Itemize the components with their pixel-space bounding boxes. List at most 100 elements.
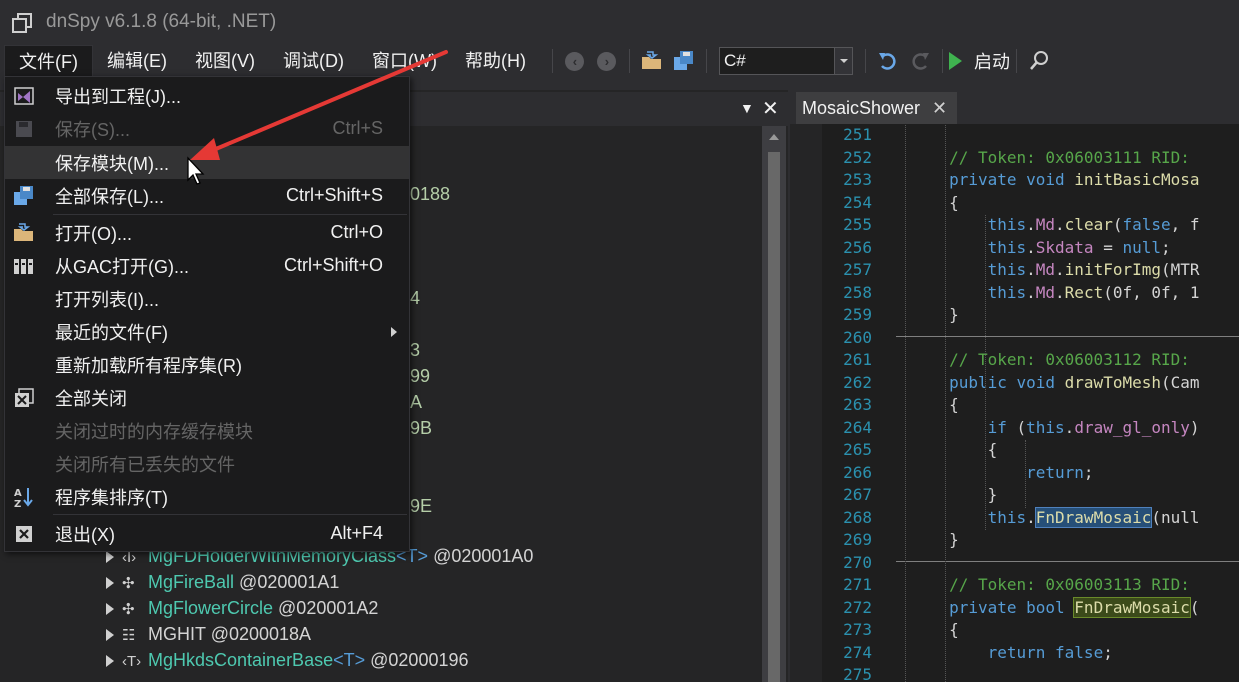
back-button[interactable]: ‹ [562,48,588,74]
code-line[interactable]: 267 } [822,485,997,507]
code-line[interactable]: 270 [822,553,872,575]
menu-debug[interactable]: 调试(D) [269,45,358,77]
menu-edit[interactable]: 编辑(E) [93,45,181,77]
start-button[interactable]: 启动 [948,48,1010,74]
code-token: . [1055,215,1065,234]
code-token: this [1026,417,1065,437]
open-folder-icon [641,51,661,69]
save-all-button[interactable] [671,48,697,74]
menu-close-all[interactable]: 全部关闭 [5,381,409,414]
close-all-icon [15,387,34,407]
expand-icon[interactable] [106,629,114,642]
code-line[interactable]: 251 [822,125,872,147]
menu-close-missing-files[interactable]: 关闭所有已丢失的文件 [5,447,409,480]
menu-close-stale-modules[interactable]: 关闭过时的内存缓存模块 [5,414,409,447]
open-button[interactable] [639,48,665,74]
redo-icon [912,53,929,70]
menu-save[interactable]: 保存(S)... Ctrl+S [5,112,409,145]
menu-file[interactable]: 文件(F) [4,45,93,77]
indent-guide [905,125,906,682]
code-line[interactable]: 269 } [822,530,959,552]
expand-icon[interactable] [106,655,114,668]
line-number: 269 [843,530,872,549]
line-number: 252 [843,147,872,167]
code-line[interactable]: 264 if (this.draw_gl_only) [822,417,1199,440]
menu-recent-files[interactable]: 最近的文件(F) [5,315,409,348]
expand-icon[interactable] [106,577,114,590]
code-line[interactable]: 263 { [822,395,959,417]
code-line[interactable]: 261 // Token: 0x06003112 RID: [822,350,1190,372]
menu-help[interactable]: 帮助(H) [451,45,540,77]
menu-view[interactable]: 视图(V) [181,45,269,77]
code-line[interactable]: 258 this.Md.Rect(0f, 0f, 1 [822,282,1199,305]
tree-row[interactable]: ✣ MgFireBall @020001A1 [106,572,339,598]
code-token: // Token: 0x06003111 RID: [872,147,1190,167]
code-token: return [872,642,1056,662]
expand-icon[interactable] [106,551,114,564]
menu-separator [53,214,407,215]
code-line[interactable]: 259 } [822,305,959,327]
type-token: @020001A2 [278,598,379,618]
window-icon[interactable] [12,13,32,33]
class-icon: ✣ [122,601,135,618]
expand-icon[interactable] [106,603,114,616]
code-line[interactable]: 257 this.Md.initForImg(MTR [822,260,1199,282]
code-line[interactable]: 274 return false; [822,643,1113,665]
code-line[interactable]: 266 return; [822,463,1093,485]
undo-button[interactable] [875,48,901,74]
menu-reload-assemblies[interactable]: 重新加载所有程序集(R) [5,348,409,381]
line-number: 259 [843,305,872,324]
tree-row[interactable]: ‹T› MgHkdsContainerBase<T> @02000196 [106,650,469,676]
play-icon [948,52,962,70]
menu-sort-assemblies[interactable]: AZ 程序集排序(T) [5,480,409,513]
close-tab-icon[interactable]: ✕ [932,98,947,119]
dropdown-pin-icon[interactable]: ▼ [740,100,754,116]
close-icon[interactable]: ✕ [762,96,779,121]
code-line[interactable]: 265 { [822,440,997,462]
chevron-down-icon[interactable] [833,48,852,74]
code-token: null [1122,237,1161,257]
code-line[interactable]: 254 { [822,193,959,215]
line-number: 254 [843,192,872,212]
code-line[interactable]: 255 this.Md.clear(false, f [822,215,1199,237]
menu-open-list[interactable]: 打开列表(I)... [5,282,409,315]
redo-button[interactable] [907,48,933,74]
menu-window[interactable]: 窗口(W) [358,45,451,77]
tab-label: MosaicShower [802,97,921,118]
code-line[interactable]: 252 // Token: 0x06003111 RID: [822,148,1190,170]
code-line[interactable]: 256 this.Skdata = null; [822,238,1171,260]
code-token: ( [1189,597,1200,617]
code-line[interactable]: 272 private bool FnDrawMosaic( [822,596,1200,620]
code-token: (null [1151,507,1200,527]
code-token: this [872,282,1027,302]
code-line[interactable]: 271 // Token: 0x06003113 RID: [822,575,1190,597]
menu-open-from-gac[interactable]: 从GAC打开(G)... Ctrl+Shift+O [5,249,409,282]
code-token: . [1026,237,1036,257]
tree-row[interactable]: ✣ MgFlowerCircle @020001A2 [106,598,378,624]
tree-row[interactable]: ☷ MGHIT @0200018A [106,624,311,650]
tree-fragment: A [410,392,423,412]
toolbar-separator [864,49,866,73]
type-token: @02000196 [370,650,469,670]
code-line[interactable]: 253 private void initBasicMosa [822,170,1199,192]
menu-export-project[interactable]: 导出到工程(J)... [5,79,409,112]
title-bar: dnSpy v6.1.8 (64-bit, .NET) [0,0,1239,44]
forward-button[interactable]: › [594,48,620,74]
tree-scrollbar[interactable] [762,126,786,682]
code-token: this [872,260,1027,279]
tab-mosaicshower[interactable]: MosaicShower ✕ [796,92,958,124]
line-number: 251 [843,125,872,144]
search-button[interactable] [1026,48,1052,74]
code-line[interactable]: 275 [822,665,872,682]
language-select[interactable]: C# [718,47,853,75]
code-line[interactable]: 268 this.FnDrawMosaic(null [822,506,1200,530]
open-folder-icon [14,222,33,241]
menu-open[interactable]: 打开(O)... Ctrl+O [5,216,409,249]
menu-separator [53,514,407,515]
code-line[interactable]: 262 public void drawToMesh(Cam [822,373,1199,395]
scroll-up-icon[interactable] [769,134,779,140]
menu-exit[interactable]: 退出(X) Alt+F4 [5,517,409,550]
code-line[interactable]: 260 [822,328,872,350]
scrollbar-thumb[interactable] [768,152,780,682]
code-line[interactable]: 273 { [822,620,959,642]
